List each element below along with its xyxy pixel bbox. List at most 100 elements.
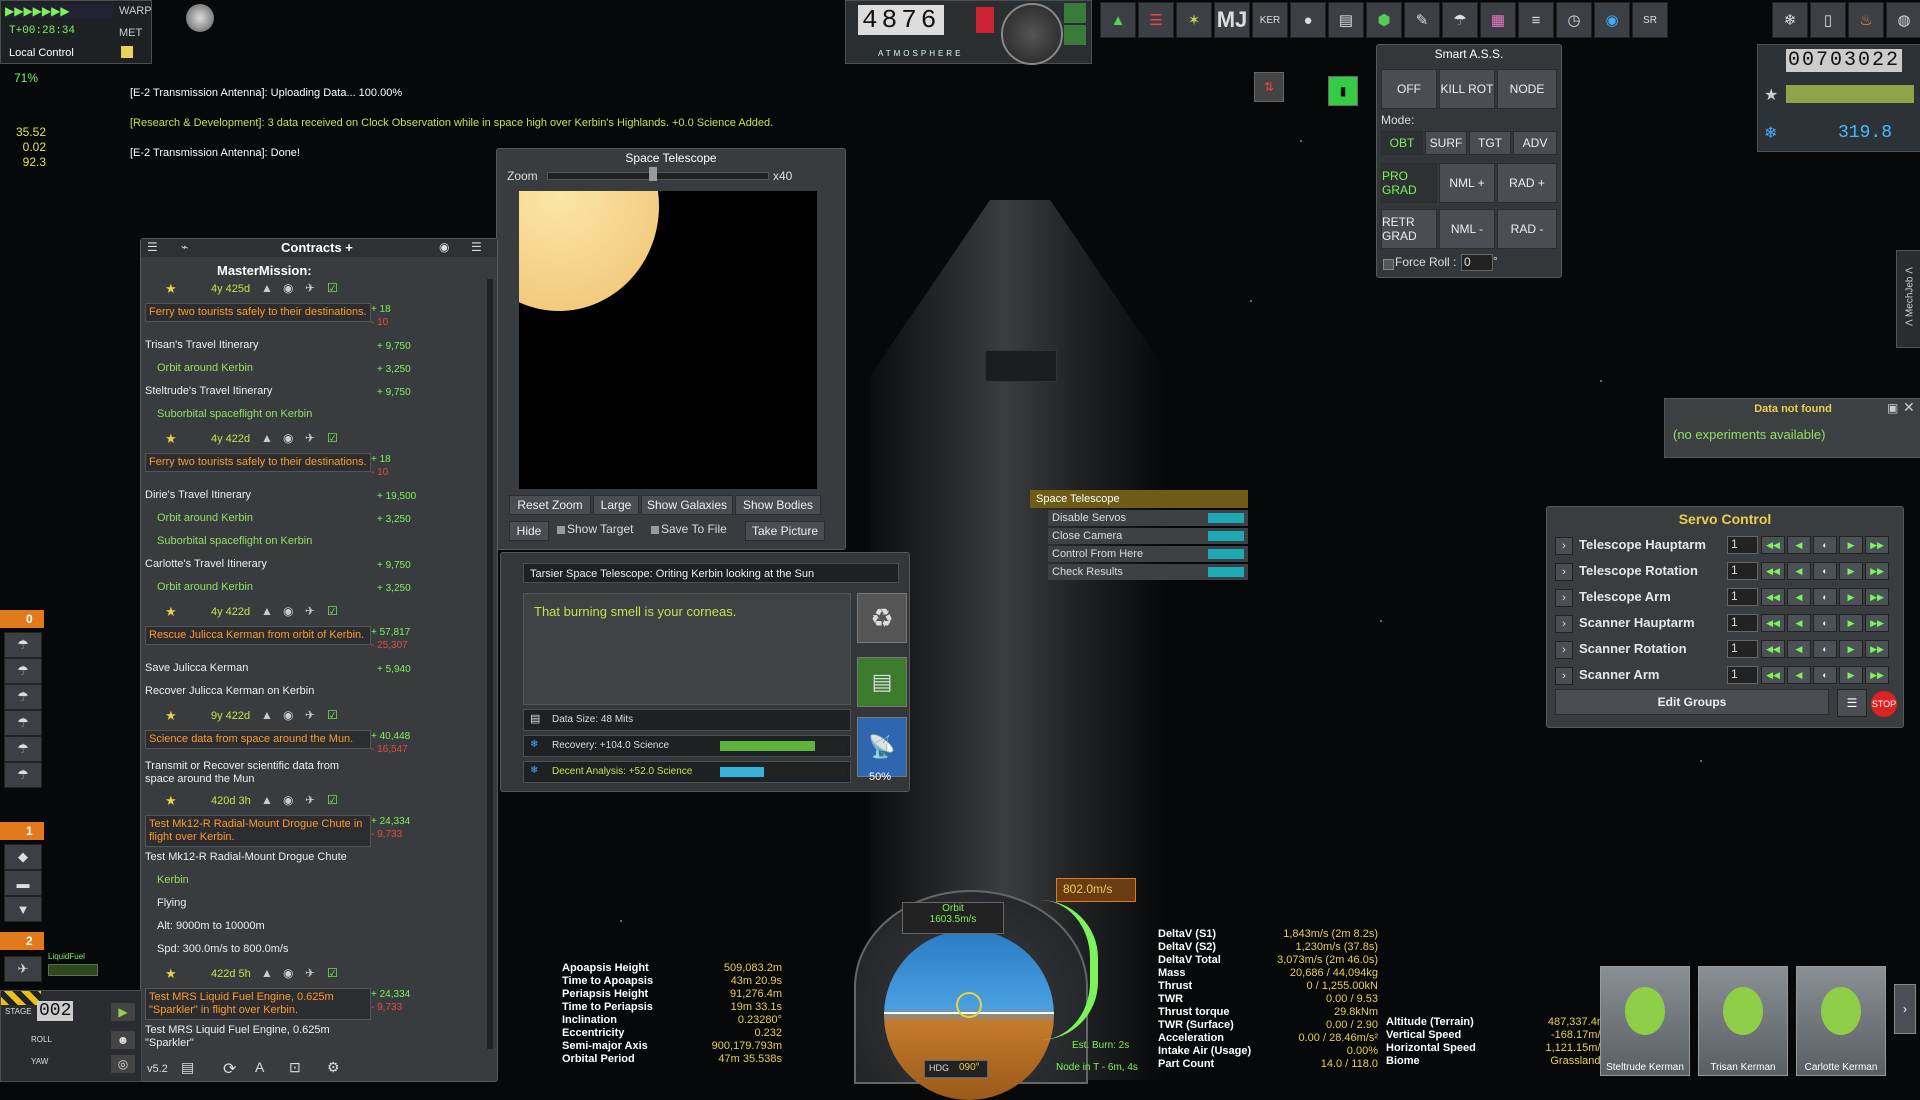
servo-speed-input[interactable]: 1 bbox=[1727, 562, 1758, 580]
servo-speed-input[interactable]: 1 bbox=[1727, 614, 1758, 632]
contract-action-icon[interactable]: ◉ bbox=[283, 793, 293, 807]
servo-move-button[interactable]: ◀ bbox=[1787, 614, 1811, 632]
servo-move-button[interactable]: ▶▶ bbox=[1865, 562, 1889, 580]
servo-move-button[interactable]: ▶▶ bbox=[1865, 536, 1889, 554]
zoom-slider-handle[interactable] bbox=[649, 167, 657, 181]
expand-icon[interactable]: › bbox=[1555, 667, 1573, 685]
hex-icon[interactable]: ⬢ bbox=[1366, 2, 1402, 38]
clipboard-icon[interactable]: ▤ bbox=[1328, 2, 1364, 38]
engine-icon[interactable]: ✈ bbox=[4, 956, 42, 982]
mechjeb-tab[interactable]: Λ MechJeb Λ bbox=[1896, 250, 1920, 348]
servo-speed-input[interactable]: 1 bbox=[1727, 666, 1758, 684]
engine-icon[interactable]: ▼ bbox=[4, 896, 42, 922]
servo-move-button[interactable]: ◀ bbox=[1787, 640, 1811, 658]
servo-move-button[interactable]: ◀ bbox=[1787, 536, 1811, 554]
star-icon[interactable]: ★ bbox=[165, 966, 177, 982]
force-roll-checkbox[interactable] bbox=[1383, 259, 1394, 270]
servo-move-button[interactable]: ▶ bbox=[1839, 666, 1863, 684]
list-icon[interactable]: ≡ bbox=[1518, 2, 1554, 38]
contract-action-icon[interactable]: ☑ bbox=[327, 431, 338, 445]
mode-tgt[interactable]: TGT bbox=[1469, 131, 1511, 155]
snowflake-icon[interactable]: ❄ bbox=[1772, 2, 1808, 38]
context-item[interactable]: Disable Servos bbox=[1048, 510, 1248, 526]
contract-action-icon[interactable]: ☑ bbox=[327, 604, 338, 618]
servo-move-button[interactable]: ◀ bbox=[1787, 562, 1811, 580]
parachute-icon[interactable]: ☂ bbox=[4, 736, 42, 762]
context-item[interactable]: Control From Here bbox=[1048, 546, 1248, 562]
servo-move-button[interactable]: ▶▶ bbox=[1865, 640, 1889, 658]
servo-move-button[interactable]: ▶▶ bbox=[1865, 666, 1889, 684]
context-item-button[interactable] bbox=[1208, 549, 1244, 559]
map-icon[interactable]: ◎ bbox=[111, 1055, 135, 1073]
force-roll-input[interactable]: 0 bbox=[1461, 254, 1493, 271]
servo-move-button[interactable]: ◀◀ bbox=[1761, 614, 1785, 632]
contract-title[interactable]: Science data from space around the Mun. bbox=[145, 730, 371, 749]
contract-action-icon[interactable]: ◉ bbox=[283, 966, 293, 980]
show-galaxies-button[interactable]: Show Galaxies bbox=[641, 495, 733, 515]
servo-move-button[interactable]: ▶ bbox=[1839, 640, 1863, 658]
contract-action-icon[interactable]: ☑ bbox=[327, 966, 338, 980]
show-target-checkbox[interactable] bbox=[557, 526, 565, 534]
refresh-icon[interactable]: ⟳ bbox=[223, 1059, 236, 1079]
servo-move-button[interactable]: ◀◀ bbox=[1761, 536, 1785, 554]
show-bodies-button[interactable]: Show Bodies bbox=[735, 495, 821, 515]
contract-title[interactable]: Rescue Julicca Kerman from orbit of Kerb… bbox=[145, 626, 371, 645]
contract-title[interactable]: Ferry two tourists safely to their desti… bbox=[145, 453, 371, 472]
save-to-file-checkbox[interactable] bbox=[651, 526, 659, 534]
servo-move-button[interactable]: ▶▶ bbox=[1865, 588, 1889, 606]
context-item-button[interactable] bbox=[1208, 567, 1244, 577]
star-icon[interactable]: ★ bbox=[165, 431, 177, 447]
discard-button[interactable]: ♻ bbox=[857, 593, 907, 643]
mode-obt[interactable]: OBT bbox=[1381, 131, 1423, 155]
contract-action-icon[interactable]: ▲ bbox=[261, 604, 273, 618]
normal-plus-button[interactable]: NML + bbox=[1439, 163, 1495, 203]
sas-icon[interactable] bbox=[1064, 3, 1086, 23]
servo-move-button[interactable]: ▶ bbox=[1839, 588, 1863, 606]
kill-rot-button[interactable]: KILL ROT bbox=[1439, 69, 1495, 109]
servo-speed-input[interactable]: 1 bbox=[1727, 640, 1758, 658]
contract-action-icon[interactable]: ✈ bbox=[305, 281, 315, 295]
recovery-icon[interactable]: ▲ bbox=[1100, 2, 1136, 38]
contract-title[interactable]: Test MRS Liquid Fuel Engine, 0.625m "Spa… bbox=[145, 988, 371, 1020]
scansat-button[interactable]: SR bbox=[1632, 2, 1668, 38]
prograde-button[interactable]: PRO GRAD bbox=[1381, 163, 1437, 203]
mode-adv[interactable]: ADV bbox=[1513, 131, 1557, 155]
crew-portrait[interactable]: Trisan Kerman bbox=[1698, 966, 1788, 1076]
zoom-slider[interactable] bbox=[547, 172, 769, 180]
servo-move-button[interactable]: ▶ bbox=[1839, 562, 1863, 580]
contract-title[interactable]: Test Mk12-R Radial-Mount Drogue Chute in… bbox=[145, 815, 371, 847]
star-icon[interactable]: ★ bbox=[165, 793, 177, 809]
keep-data-button[interactable]: ▤ bbox=[857, 657, 907, 707]
contract-action-icon[interactable]: ✈ bbox=[305, 431, 315, 445]
context-item-button[interactable] bbox=[1208, 513, 1244, 523]
contract-action-icon[interactable]: ✈ bbox=[305, 793, 315, 807]
settings-icon[interactable]: ☰ bbox=[471, 240, 482, 254]
servo-move-button[interactable]: ◀◀ bbox=[1761, 640, 1785, 658]
context-item[interactable]: Check Results bbox=[1048, 564, 1248, 580]
eye-icon[interactable]: ◉ bbox=[439, 240, 449, 254]
servo-speed-input[interactable]: 1 bbox=[1727, 536, 1758, 554]
expand-icon[interactable]: › bbox=[1555, 537, 1573, 555]
stop-button[interactable]: STOP bbox=[1871, 691, 1897, 717]
radial-minus-button[interactable]: RAD - bbox=[1497, 209, 1557, 249]
signal-icon[interactable]: ◍ bbox=[1886, 2, 1920, 38]
contract-action-icon[interactable]: ◉ bbox=[283, 708, 293, 722]
clock-icon[interactable]: ◷ bbox=[1556, 2, 1592, 38]
parachute-icon[interactable]: ☂ bbox=[4, 632, 42, 658]
edit-groups-button[interactable]: Edit Groups bbox=[1555, 689, 1829, 715]
star-icon[interactable]: ★ bbox=[165, 604, 177, 620]
servo-move-button[interactable]: ◐ bbox=[1813, 562, 1837, 580]
servo-move-button[interactable]: ◐ bbox=[1813, 614, 1837, 632]
servo-move-button[interactable]: ◀◀ bbox=[1761, 666, 1785, 684]
tst-icon[interactable]: ◉ bbox=[1594, 2, 1630, 38]
context-item[interactable]: Close Camera bbox=[1048, 528, 1248, 544]
take-picture-button[interactable]: Take Picture bbox=[745, 521, 825, 541]
contract-action-icon[interactable]: ▲ bbox=[261, 281, 273, 295]
wrench-icon[interactable]: ✎ bbox=[1404, 2, 1440, 38]
contract-action-icon[interactable]: ▲ bbox=[261, 431, 273, 445]
parachute-icon[interactable]: ☂ bbox=[4, 762, 42, 788]
font-size-icon[interactable]: A bbox=[255, 1059, 264, 1075]
chart-icon[interactable]: ▦ bbox=[1480, 2, 1516, 38]
star-icon[interactable]: ★ bbox=[165, 281, 177, 297]
mode-surf[interactable]: SURF bbox=[1425, 131, 1467, 155]
